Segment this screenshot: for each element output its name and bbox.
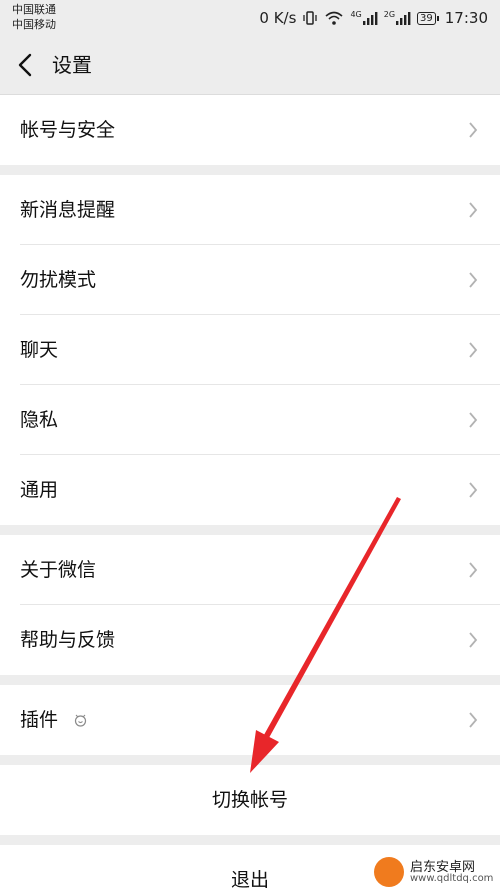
back-arrow-icon[interactable] (14, 51, 36, 79)
settings-item-account-security[interactable]: 帐号与安全 (0, 95, 500, 165)
network-speed: 0 K/s (259, 9, 297, 27)
signal-bars-icon (362, 12, 378, 25)
watermark-logo-icon (374, 857, 404, 887)
settings-group-account: 帐号与安全 (0, 95, 500, 165)
chevron-right-icon (469, 202, 478, 218)
chevron-right-icon (469, 272, 478, 288)
carrier-2: 中国移动 (12, 18, 56, 31)
settings-item-new-message-alerts[interactable]: 新消息提醒 (0, 175, 500, 245)
chevron-right-icon (469, 562, 478, 578)
status-icons: 0 K/s 4G 2G 39 17:30 (259, 8, 488, 28)
wifi-icon (325, 11, 343, 25)
carrier-1: 中国联通 (12, 3, 56, 16)
settings-item-do-not-disturb[interactable]: 勿扰模式 (0, 245, 500, 315)
settings-item-chat[interactable]: 聊天 (0, 315, 500, 385)
chevron-right-icon (469, 712, 478, 728)
battery-icon: 39 (417, 11, 439, 25)
chevron-right-icon (469, 482, 478, 498)
settings-item-label: 隐私 (20, 409, 59, 431)
settings-item-general[interactable]: 通用 (0, 455, 500, 525)
watermark-url: www.qdltdq.com (410, 873, 494, 884)
logout-label: 退出 (230, 869, 269, 889)
chevron-right-icon (469, 632, 478, 648)
settings-group-plugins: 插件 (0, 685, 500, 755)
chevron-right-icon (469, 412, 478, 428)
clock: 17:30 (444, 9, 488, 27)
switch-account-button[interactable]: 切换帐号 (0, 765, 500, 835)
signal-1: 4G (350, 10, 378, 25)
page-title: 设置 (52, 53, 92, 77)
settings-item-label: 插件 (20, 709, 59, 731)
signal-2: 2G (384, 11, 411, 25)
chevron-right-icon (469, 342, 478, 358)
nav-bar: 设置 (0, 36, 500, 95)
settings-item-label: 新消息提醒 (20, 199, 116, 221)
network-type-1: 4G (350, 10, 362, 19)
settings-group-about: 关于微信 帮助与反馈 (0, 535, 500, 675)
settings-item-plugins[interactable]: 插件 (0, 685, 500, 755)
watermark: 启东安卓网 www.qdltdq.com (370, 855, 500, 889)
settings-group-general: 新消息提醒 勿扰模式 聊天 隐私 通用 (0, 175, 500, 525)
vibrate-icon (303, 11, 318, 25)
carrier-info: 中国联通 中国移动 (12, 2, 56, 32)
signal-bars-icon (396, 12, 411, 25)
settings-item-label: 聊天 (20, 339, 59, 361)
settings-item-privacy[interactable]: 隐私 (0, 385, 500, 455)
switch-account-label: 切换帐号 (211, 789, 288, 811)
settings-item-help-feedback[interactable]: 帮助与反馈 (0, 605, 500, 675)
settings-item-label: 帮助与反馈 (20, 629, 116, 651)
plugin-badge-icon (74, 714, 87, 727)
status-bar: 中国联通 中国移动 0 K/s 4G 2G 39 17:30 (0, 0, 500, 36)
network-type-2: 2G (383, 10, 396, 19)
settings-item-label: 勿扰模式 (20, 269, 97, 291)
settings-item-label: 通用 (20, 479, 59, 501)
settings-item-label: 帐号与安全 (20, 119, 116, 141)
chevron-right-icon (469, 122, 478, 138)
settings-item-about-wechat[interactable]: 关于微信 (0, 535, 500, 605)
settings-item-label: 关于微信 (20, 559, 97, 581)
